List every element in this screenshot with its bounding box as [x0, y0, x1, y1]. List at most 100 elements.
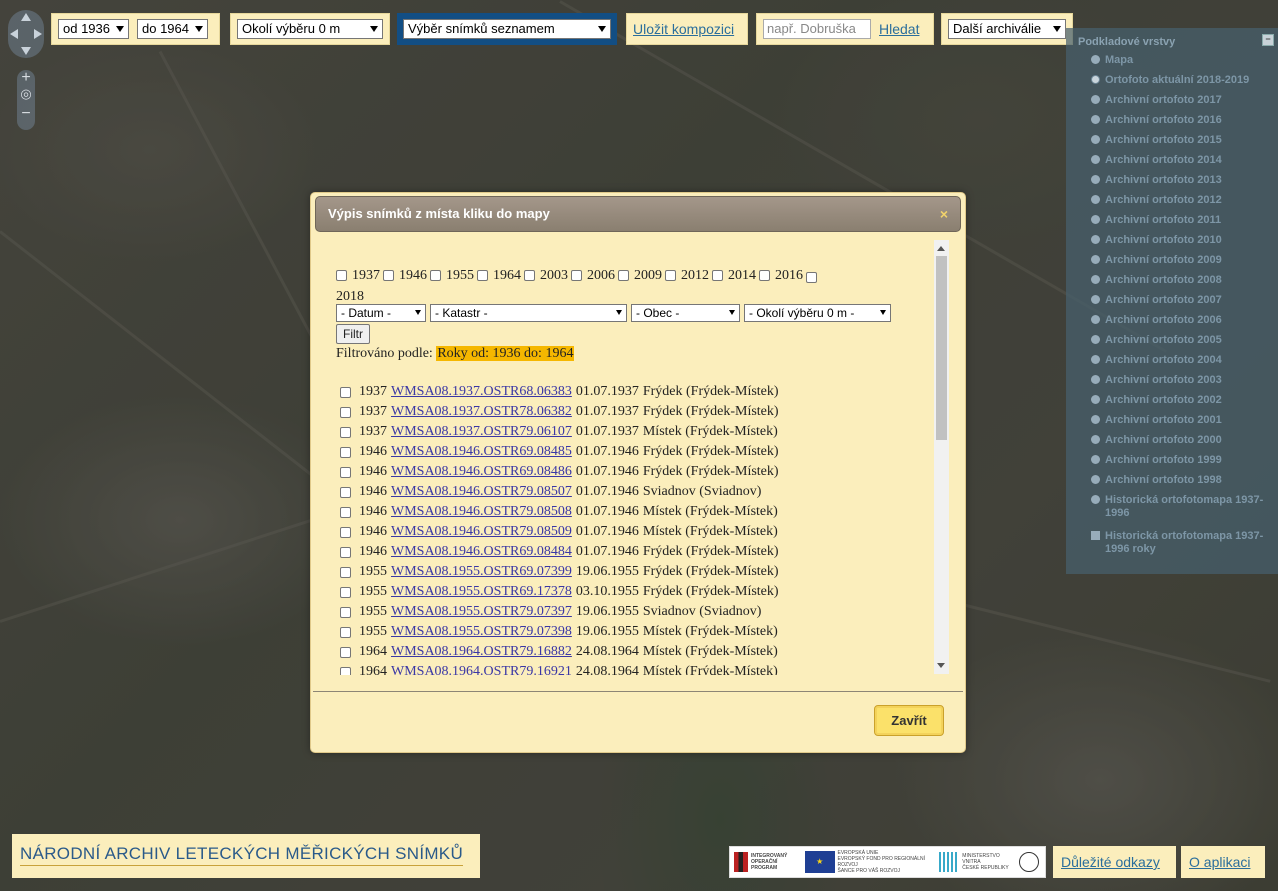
layer-item[interactable]: Archivní ortofoto 2001	[1078, 414, 1278, 434]
photo-checkbox[interactable]	[340, 646, 351, 658]
year-checkbox-item[interactable]: 2006	[571, 266, 615, 285]
photo-link[interactable]: WMSA08.1964.OSTR79.16921	[391, 663, 572, 675]
layer-radio[interactable]	[1091, 435, 1100, 444]
layer-item[interactable]: Historická ortofotomapa 1937-1996	[1078, 494, 1278, 530]
layer-radio[interactable]	[1091, 355, 1100, 364]
layer-checkbox[interactable]	[1091, 531, 1100, 540]
layer-item[interactable]: Archivní ortofoto 2003	[1078, 374, 1278, 394]
year-checkbox[interactable]	[383, 270, 394, 281]
layer-radio[interactable]	[1091, 155, 1100, 164]
photo-checkbox[interactable]	[340, 666, 351, 675]
year-checkbox[interactable]	[618, 270, 629, 281]
collapse-icon[interactable]: −	[1262, 34, 1274, 46]
layer-radio[interactable]	[1091, 175, 1100, 184]
photo-link[interactable]: WMSA08.1946.OSTR79.08509	[391, 523, 572, 541]
photo-checkbox[interactable]	[340, 526, 351, 538]
photo-link[interactable]: WMSA08.1946.OSTR69.08486	[391, 463, 572, 481]
year-checkbox[interactable]	[712, 270, 723, 281]
photo-checkbox[interactable]	[340, 626, 351, 638]
year-checkbox-item[interactable]: 2003	[524, 266, 568, 285]
photo-link[interactable]: WMSA08.1937.OSTR78.06382	[391, 403, 572, 421]
layer-item[interactable]: Archivní ortofoto 2006	[1078, 314, 1278, 334]
photo-link[interactable]: WMSA08.1955.OSTR69.07399	[391, 563, 572, 581]
layer-item[interactable]: Archivní ortofoto 2017	[1078, 94, 1278, 114]
layer-item[interactable]: Archivní ortofoto 2004	[1078, 354, 1278, 374]
layer-item[interactable]: Archivní ortofoto 2012	[1078, 194, 1278, 214]
layer-item[interactable]: Archivní ortofoto 2009	[1078, 254, 1278, 274]
year-checkbox[interactable]	[571, 270, 582, 281]
dialog-scrollbar[interactable]	[934, 240, 949, 674]
important-links-link[interactable]: Důležité odkazy	[1061, 854, 1160, 870]
layer-radio[interactable]	[1091, 415, 1100, 424]
year-checkbox[interactable]	[806, 272, 817, 284]
layer-radio[interactable]	[1091, 115, 1100, 124]
photo-checkbox[interactable]	[340, 586, 351, 598]
zoom-out-icon[interactable]: −	[17, 106, 35, 122]
cadastre-filter-select[interactable]: - Katastr -	[430, 304, 627, 322]
layer-item[interactable]: Mapa	[1078, 54, 1278, 74]
photo-checkbox[interactable]	[340, 486, 351, 498]
layer-item[interactable]: Archivní ortofoto 1998	[1078, 474, 1278, 494]
layer-radio[interactable]	[1091, 75, 1100, 84]
layer-radio[interactable]	[1091, 135, 1100, 144]
photo-link[interactable]: WMSA08.1946.OSTR69.08484	[391, 543, 572, 561]
mode-select[interactable]: Výběr snímků seznamem	[403, 19, 611, 39]
photo-link[interactable]: WMSA08.1955.OSTR79.07398	[391, 623, 572, 641]
layer-item[interactable]: Archivní ortofoto 2011	[1078, 214, 1278, 234]
layer-radio[interactable]	[1091, 195, 1100, 204]
layer-radio[interactable]	[1091, 375, 1100, 384]
zoom-in-icon[interactable]: +	[17, 70, 35, 86]
year-from-select[interactable]: od 1936	[58, 19, 129, 39]
radius-filter-select[interactable]: - Okolí výběru 0 m -	[744, 304, 891, 322]
search-input[interactable]: např. Dobruška	[763, 19, 871, 39]
photo-checkbox[interactable]	[340, 466, 351, 478]
close-icon[interactable]: ×	[940, 197, 948, 231]
layer-radio[interactable]	[1091, 255, 1100, 264]
layer-item[interactable]: Archivní ortofoto 2013	[1078, 174, 1278, 194]
year-checkbox[interactable]	[524, 270, 535, 281]
layer-checkbox-item[interactable]: Historická ortofotomapa 1937-1996 roky	[1078, 530, 1278, 566]
photo-checkbox[interactable]	[340, 546, 351, 558]
layer-item[interactable]: Archivní ortofoto 2015	[1078, 134, 1278, 154]
photo-checkbox[interactable]	[340, 426, 351, 438]
layer-radio[interactable]	[1091, 215, 1100, 224]
pan-left-icon[interactable]	[10, 29, 18, 39]
photo-checkbox[interactable]	[340, 406, 351, 418]
radius-select[interactable]: Okolí výběru 0 m	[237, 19, 383, 39]
year-checkbox[interactable]	[665, 270, 676, 281]
year-checkbox[interactable]	[336, 270, 347, 281]
dialog-body[interactable]: 1937 1946 1955 1964 2003 2006 2009 2012 2014 2016…	[331, 239, 951, 675]
layer-radio[interactable]	[1091, 95, 1100, 104]
photo-link[interactable]: WMSA08.1937.OSTR79.06107	[391, 423, 572, 441]
layer-radio[interactable]	[1091, 275, 1100, 284]
layer-item[interactable]: Archivní ortofoto 2000	[1078, 434, 1278, 454]
year-checkbox-item[interactable]: 2012	[665, 266, 709, 285]
layer-radio[interactable]	[1091, 335, 1100, 344]
photo-checkbox[interactable]	[340, 606, 351, 618]
layer-radio[interactable]	[1091, 55, 1100, 64]
search-button[interactable]: Hledat	[879, 21, 919, 37]
more-archives-select[interactable]: Další archiválie	[948, 19, 1066, 39]
year-checkbox-item[interactable]: 2014	[712, 266, 756, 285]
photo-checkbox[interactable]	[340, 506, 351, 518]
layer-item[interactable]: Archivní ortofoto 2014	[1078, 154, 1278, 174]
photo-link[interactable]: WMSA08.1946.OSTR79.08508	[391, 503, 572, 521]
close-button[interactable]: Zavřít	[874, 705, 944, 736]
layer-radio[interactable]	[1091, 495, 1100, 504]
photo-link[interactable]: WMSA08.1946.OSTR69.08485	[391, 443, 572, 461]
photo-link[interactable]: WMSA08.1946.OSTR79.08507	[391, 483, 572, 501]
world-icon[interactable]: ◎	[17, 86, 35, 102]
year-checkbox-item[interactable]: 1946	[383, 266, 427, 285]
layer-item[interactable]: Archivní ortofoto 2008	[1078, 274, 1278, 294]
year-checkbox-item[interactable]: 1937	[336, 266, 380, 285]
layer-item[interactable]: Archivní ortofoto 2007	[1078, 294, 1278, 314]
layer-item[interactable]: Archivní ortofoto 1999	[1078, 454, 1278, 474]
year-checkbox[interactable]	[430, 270, 441, 281]
municipality-filter-select[interactable]: - Obec -	[631, 304, 740, 322]
layer-item[interactable]: Archivní ortofoto 2016	[1078, 114, 1278, 134]
scroll-up-icon[interactable]	[937, 246, 945, 251]
layer-radio[interactable]	[1091, 395, 1100, 404]
about-link[interactable]: O aplikaci	[1189, 854, 1250, 870]
photo-link[interactable]: WMSA08.1937.OSTR68.06383	[391, 383, 572, 401]
scroll-thumb[interactable]	[936, 256, 947, 440]
